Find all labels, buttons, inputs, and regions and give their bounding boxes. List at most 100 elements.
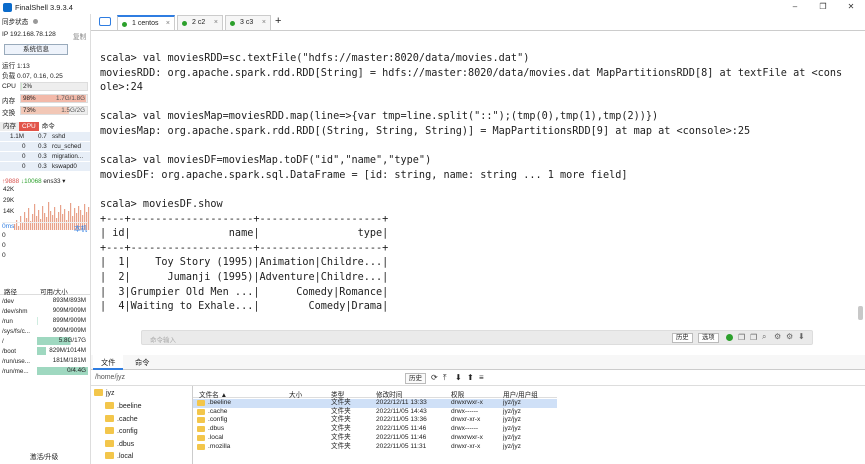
folder-icon	[197, 443, 205, 450]
upload-icon[interactable]: ⬆	[467, 373, 474, 382]
folder-icon	[197, 417, 205, 424]
session-tab-bar: 1 centos × 2 c2 × 3 c3 × +	[91, 14, 865, 31]
tree-node[interactable]: .dbus	[105, 439, 134, 448]
folder-icon	[105, 414, 114, 422]
tab-commands[interactable]: 命令	[127, 355, 157, 370]
process-row: 0 0.3 migration...	[0, 152, 90, 161]
file-mtime: 2022/11/05 11:31	[376, 442, 427, 450]
connected-dot-icon	[182, 21, 187, 26]
tab-session-1[interactable]: 1 centos ×	[117, 15, 175, 30]
tab-command[interactable]: 命令	[39, 122, 58, 131]
file-name: .mozilla	[208, 442, 231, 450]
file-list: 文件名 ▲ 大小 类型 修改时间 权限 用户/用户组 .beeline 文件夹 20…	[193, 386, 865, 464]
column-owner[interactable]: 用户/用户组	[503, 389, 538, 399]
terminal[interactable]: scala> val moviesRDD=sc.textFile("hdfs:/…	[91, 31, 865, 355]
folder-icon	[105, 439, 114, 447]
close-tab-icon[interactable]: ×	[262, 16, 266, 30]
download-icon[interactable]: ⬇	[455, 373, 462, 382]
column-type[interactable]: 类型	[331, 389, 344, 399]
fs-usage-bar: 5.8G/17G	[37, 337, 88, 345]
minimize-button[interactable]: –	[781, 0, 809, 14]
command-input[interactable]: 命令输入	[150, 334, 176, 344]
tree-node[interactable]: .cache	[105, 414, 138, 423]
maximize-button[interactable]: ❐	[809, 0, 837, 14]
file-owner: jyz/jyz	[503, 433, 521, 441]
file-row[interactable]: .config 文件夹 2022/11/05 13:36 drwxr-xr-x jyz/…	[193, 416, 557, 425]
folder-icon	[105, 452, 114, 459]
file-name: .cache	[208, 407, 228, 415]
fs-path: /dev/shm	[2, 308, 28, 315]
load-average: 负载 0.07, 0.16, 0.25	[2, 73, 63, 80]
folder-icon	[197, 408, 205, 415]
file-row[interactable]: .cache 文件夹 2022/11/05 14:43 drwx------ jyz/j…	[193, 408, 557, 417]
copy-icon[interactable]: ❐	[738, 333, 745, 342]
bottom-tab-bar: 文件 命令	[91, 355, 865, 370]
file-row[interactable]: .beeline 文件夹 2022/12/11 13:33 drwxrwxr-x jyz…	[193, 399, 557, 408]
copy-ip-link[interactable]: 复制	[73, 31, 86, 41]
file-row[interactable]: .local 文件夹 2022/11/05 11:46 drwxrwxr-x jyz/j…	[193, 434, 557, 443]
fs-path: /boot	[2, 348, 17, 355]
process-row: 0 0.3 rcu_sched	[0, 142, 90, 151]
system-info-button[interactable]: 系统信息	[4, 44, 68, 55]
cpu-label: CPU	[2, 83, 16, 90]
tab-mem[interactable]: 内存	[0, 122, 19, 131]
file-row[interactable]: .dbus 文件夹 2022/11/05 11:46 drwx------ jyz/jy…	[193, 425, 557, 434]
command-input-bar[interactable]: 命令输入 历史 选项 ❐ ❐ ⌕ ⚙ ⚙ ⬇	[141, 330, 813, 345]
column-permission[interactable]: 权限	[451, 389, 464, 399]
fs-path: /run	[2, 318, 13, 325]
close-tab-icon[interactable]: ×	[214, 16, 218, 30]
close-button[interactable]: ✕	[837, 0, 865, 14]
tree-node[interactable]: .config	[105, 427, 138, 435]
upgrade-link[interactable]: 激活/升级	[30, 451, 58, 461]
folder-icon	[197, 400, 205, 406]
folder-icon	[197, 434, 205, 441]
tree-node[interactable]: .beeline	[105, 402, 142, 410]
folder-icon	[105, 427, 114, 434]
file-mtime: 2022/12/11 13:33	[376, 399, 427, 406]
column-mtime[interactable]: 修改时间	[376, 389, 402, 399]
column-size[interactable]: 大小	[289, 389, 302, 399]
fs-usage-bar: 899M/909M	[37, 317, 88, 325]
latency-value: 0	[2, 242, 6, 249]
file-type: 文件夹	[331, 425, 351, 433]
folder-icon[interactable]	[99, 17, 111, 26]
path-history-button[interactable]: 历史	[405, 373, 426, 384]
tab-files[interactable]: 文件	[93, 355, 124, 370]
history-button[interactable]: 历史	[672, 333, 693, 343]
add-tab-icon[interactable]: +	[275, 15, 281, 27]
column-name[interactable]: 文件名 ▲	[199, 389, 227, 399]
download-icon[interactable]: ⬇	[798, 332, 805, 341]
fs-row: /run/me... 0/4.4G	[0, 367, 90, 376]
fs-usage-bar: 181M/181M	[37, 357, 88, 365]
latency-value: 0	[2, 252, 6, 259]
process-row: 1.1M 0.7 sshd	[0, 132, 90, 141]
process-row: 0 0.3 kswapd0	[0, 162, 90, 171]
options-button[interactable]: 选项	[698, 333, 719, 343]
tree-root[interactable]: jyz	[94, 389, 115, 397]
gear-icon[interactable]: ⚙	[786, 332, 793, 341]
file-perm: drwx------	[451, 425, 479, 433]
menu-icon[interactable]: ≡	[479, 373, 484, 382]
terminal-scrollbar[interactable]	[858, 306, 863, 320]
close-tab-icon[interactable]: ×	[166, 17, 170, 31]
tree-node[interactable]: .local	[105, 452, 133, 460]
fs-path: /sys/fs/c...	[2, 328, 30, 335]
chevron-down-icon[interactable]: ▾	[62, 178, 65, 185]
cpu-meter: 2%	[20, 82, 88, 91]
paste-icon[interactable]: ❐	[750, 333, 757, 342]
app-logo-icon	[3, 2, 12, 12]
tab-cpu[interactable]: CPU	[19, 122, 39, 131]
fs-path: /run/me...	[2, 368, 29, 375]
tab-session-3[interactable]: 3 c3 ×	[225, 15, 271, 30]
terminal-output: scala> val moviesRDD=sc.textFile("hdfs:/…	[100, 53, 843, 313]
finalshell-window: FinalShell 3.9.3.4 – ❐ ✕ 同步状态 IP 192.168…	[0, 0, 865, 464]
folder-icon	[94, 389, 103, 396]
settings-icon[interactable]: ⚙	[774, 332, 781, 341]
tab-session-2[interactable]: 2 c2 ×	[177, 15, 223, 30]
search-icon[interactable]: ⌕	[762, 332, 766, 342]
up-folder-icon[interactable]: ⤒	[443, 373, 447, 383]
path-input[interactable]: /home/jyz	[95, 374, 125, 381]
sidebar: 同步状态 IP 192.168.78.128 复制 系统信息 运行 1:13 负…	[0, 14, 91, 464]
refresh-icon[interactable]: ⟳	[431, 373, 438, 382]
file-row[interactable]: .mozilla 文件夹 2022/11/05 11:31 drwxr-xr-x jyz…	[193, 443, 557, 452]
